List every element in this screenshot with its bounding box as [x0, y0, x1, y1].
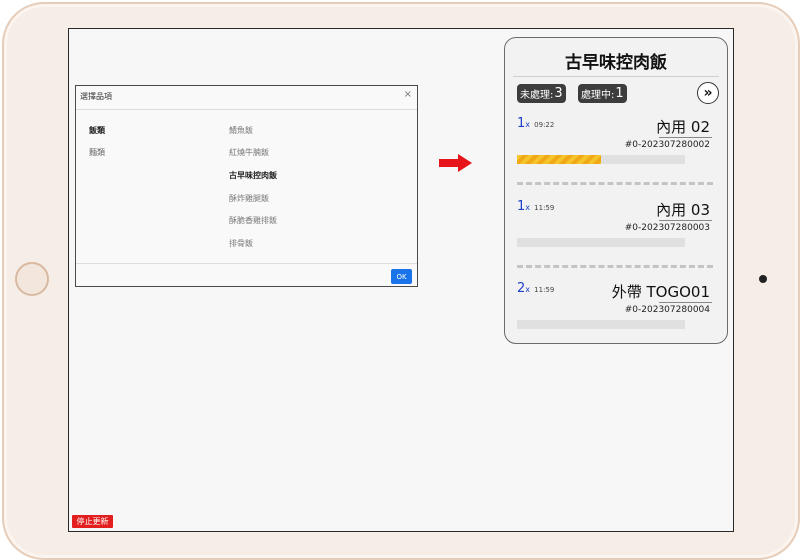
double-chevron-right-icon: »	[703, 85, 713, 101]
progress-bar	[517, 320, 685, 329]
category-rice[interactable]: 飯類	[89, 125, 105, 136]
progress-bar	[517, 238, 685, 247]
arrow-right-icon	[439, 154, 472, 172]
select-item-modal: 選擇品項 × 飯類 麵類 鯖魚飯 紅燒牛腩飯 古早味控肉飯 酥炸雞腿飯 酥脆香雞…	[75, 85, 418, 287]
processing-badge: 處理中: 1	[578, 84, 627, 103]
table-name: 內用 02	[656, 118, 710, 136]
stop-update-button[interactable]: 停止更新	[72, 515, 113, 528]
dashed-divider	[517, 182, 713, 185]
order-time: 11:59	[534, 204, 555, 212]
qty-x: x	[525, 285, 531, 294]
item-braised-pork-rice[interactable]: 古早味控肉飯	[229, 170, 277, 181]
qty-x: x	[525, 203, 531, 212]
item-pork-chop-rice[interactable]: 排骨飯	[229, 238, 253, 249]
divider	[659, 220, 712, 221]
order-number: #0-202307280002	[624, 140, 710, 150]
pending-label: 未處理:	[520, 90, 554, 101]
dashed-divider	[517, 265, 713, 268]
order-number: #0-202307280004	[624, 305, 710, 315]
item-braised-beef-rice[interactable]: 紅燒牛腩飯	[229, 147, 269, 158]
pending-count: 3	[554, 86, 563, 101]
screen: 選擇品項 × 飯類 麵類 鯖魚飯 紅燒牛腩飯 古早味控肉飯 酥炸雞腿飯 酥脆香雞…	[68, 28, 734, 532]
category-noodles[interactable]: 麵類	[89, 147, 105, 158]
modal-title: 選擇品項	[80, 92, 112, 101]
order-number: #0-202307280003	[624, 223, 710, 233]
table-name: 外帶 TOGO01	[611, 283, 710, 301]
modal-header: 選擇品項 ×	[76, 86, 417, 110]
order-time: 09:22	[534, 121, 555, 129]
progress-bar	[517, 155, 685, 164]
pending-badge: 未處理: 3	[517, 84, 566, 103]
order-qty: 1x 11:59	[517, 199, 554, 214]
item-crispy-chicken-cutlet-rice[interactable]: 酥脆香雞排飯	[229, 215, 277, 226]
home-button[interactable]	[15, 262, 49, 296]
item-title: 古早味控肉飯	[565, 53, 667, 73]
qty-x: x	[525, 120, 531, 129]
processing-count: 1	[615, 86, 624, 101]
ok-button[interactable]: OK	[391, 269, 412, 284]
divider	[659, 137, 712, 138]
order-qty: 2x 11:59	[517, 281, 554, 296]
order-time: 11:59	[534, 286, 555, 294]
order-qty: 1x 09:22	[517, 116, 554, 131]
progress-fill	[517, 155, 601, 164]
order-panel: 古早味控肉飯 未處理: 3 處理中: 1 » 1x 09:22 內用 02 #0-2…	[504, 37, 728, 344]
divider	[513, 76, 719, 77]
divider	[659, 302, 712, 303]
camera-icon	[759, 275, 767, 283]
modal-body: 飯類 麵類 鯖魚飯 紅燒牛腩飯 古早味控肉飯 酥炸雞腿飯 酥脆香雞排飯 排骨飯	[76, 110, 417, 264]
item-mackerel-rice[interactable]: 鯖魚飯	[229, 125, 253, 136]
item-fried-chicken-leg-rice[interactable]: 酥炸雞腿飯	[229, 193, 269, 204]
table-name: 內用 03	[656, 201, 710, 219]
processing-label: 處理中:	[581, 90, 615, 101]
close-icon[interactable]: ×	[404, 89, 412, 100]
next-button[interactable]: »	[697, 82, 719, 104]
